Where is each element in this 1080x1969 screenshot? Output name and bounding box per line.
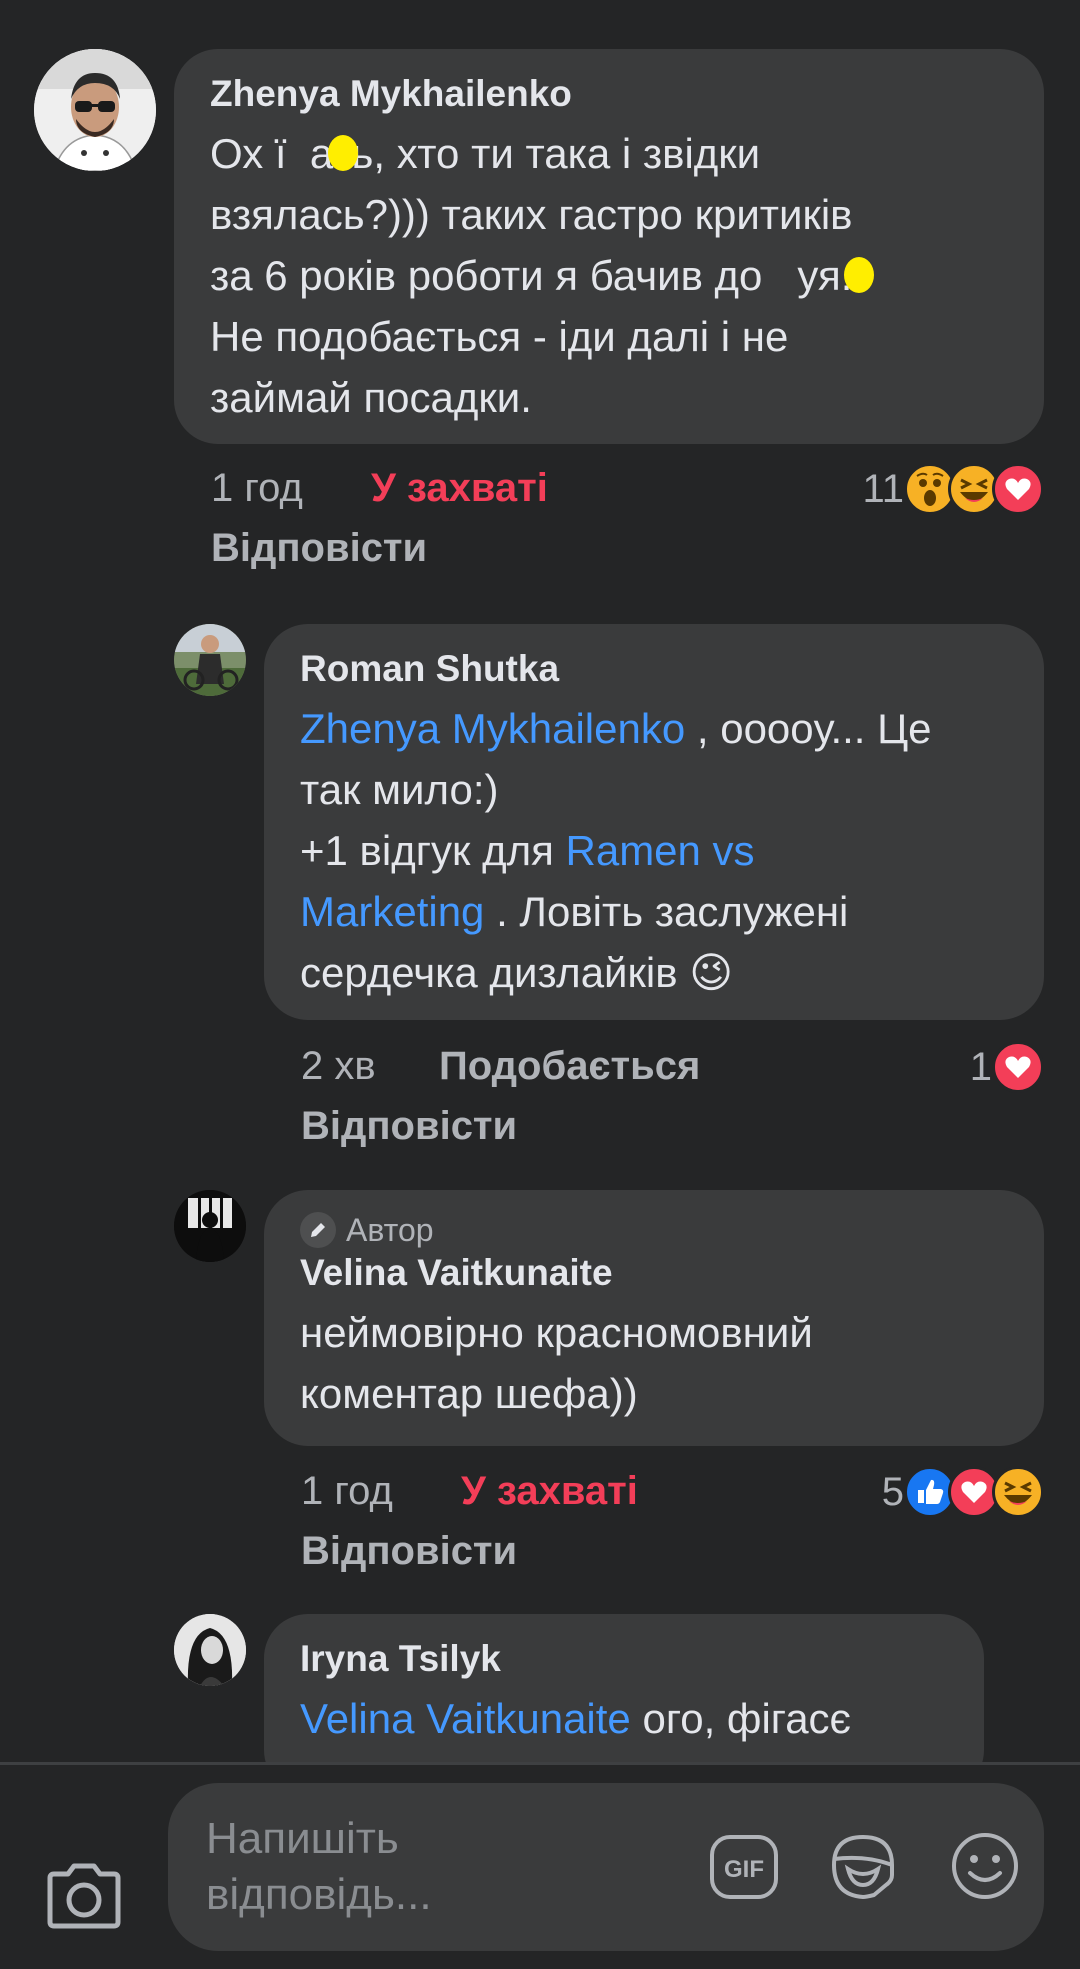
mention-link[interactable]: Zhenya Mykhailenko [300, 705, 685, 752]
comment-text-line: сердечка дизлайків 😉 [300, 942, 1008, 1003]
comment-time[interactable]: 1 год [211, 463, 303, 513]
comment-bubble[interactable]: Zhenya Mykhailenko Ох ї ать, хто ти така… [174, 49, 1044, 444]
comment-time[interactable]: 2 хв [301, 1041, 376, 1091]
pencil-icon [300, 1212, 336, 1248]
haha-emoji-icon [992, 1466, 1044, 1518]
comment-text-line: +1 відгук для Ramen vs [300, 820, 1008, 881]
comment-text: неймовірно красномовний коментар шефа)) [300, 1302, 1008, 1424]
mention-link[interactable]: Marketing [300, 888, 484, 935]
love-emoji-icon [992, 463, 1044, 515]
reaction-summary[interactable]: 5 [882, 1466, 1044, 1518]
censor-mark [844, 257, 874, 293]
comment-text-line: так мило:) [300, 766, 499, 813]
reply-button[interactable]: Відповісти [211, 523, 427, 573]
comment-text-line: взялась?))) таких гастро критиків [210, 191, 853, 238]
avatar-image [174, 624, 246, 696]
avatar-iryna[interactable] [174, 1614, 246, 1686]
comment-author[interactable]: Velina Vaitkunaite [300, 1250, 1008, 1296]
comment-text-line: неймовірно красномовний [300, 1309, 813, 1356]
author-badge-label: Автор [346, 1212, 434, 1248]
wink-emoji-icon: 😉 [689, 948, 733, 997]
comment-text-span: ого, фігасє [630, 1695, 851, 1742]
avatar-image [174, 1190, 246, 1262]
reply-button[interactable]: Відповісти [301, 1101, 517, 1151]
comment-actions: 2 хв Подобається 1 Відповісти [301, 1041, 1044, 1161]
like-button[interactable]: Подобається [439, 1041, 700, 1091]
gif-icon[interactable]: GIF [708, 1833, 780, 1906]
comment-text-line: займай посадки. [210, 374, 532, 421]
placeholder-line: відповідь... [206, 1870, 432, 1919]
comment-text-line: коментар шефа)) [300, 1370, 638, 1417]
avatar-image [34, 49, 156, 171]
comment-bubble-clip: Iryna Tsilyk Velina Vaitkunaite ого, фіг… [264, 1614, 984, 1762]
comment-actions: 1 год У захваті 5 Відповісти [301, 1466, 1044, 1586]
comment-text-span: +1 відгук для [300, 827, 566, 874]
comment-text-line: за 6 років роботи я бачив до уя. [210, 252, 853, 299]
comment-actions: 1 год У захваті 11 Відповісти [211, 463, 1044, 583]
love-emoji-icon [992, 1041, 1044, 1093]
comment-text: Zhenya Mykhailenko , оооoу... Це так мил… [300, 698, 1008, 1003]
avatar-image [174, 1614, 246, 1686]
censor-mark [328, 135, 358, 171]
comment-bubble[interactable]: Roman Shutka Zhenya Mykhailenko , оооoу.… [264, 624, 1044, 1020]
comment-text: Velina Vaitkunaite ого, фігасє [300, 1688, 948, 1749]
comment-text-line: Не подобається - іди далі і не [210, 313, 789, 360]
reaction-count: 5 [881, 1470, 904, 1514]
comment-author[interactable]: Roman Shutka [300, 646, 1008, 692]
avatar-roman[interactable] [174, 624, 246, 696]
camera-icon[interactable] [44, 1860, 124, 1930]
reaction-count: 11 [862, 467, 904, 511]
reply-input-placeholder: Напишіть відповідь... [206, 1811, 526, 1923]
sticker-icon[interactable] [826, 1829, 900, 1908]
reaction-button[interactable]: У захваті [461, 1466, 638, 1516]
comment-text-line: Marketing . Ловіть заслужені [300, 881, 1008, 942]
comment-text: Ох ї ать, хто ти така і звідки взялась?)… [210, 123, 1008, 428]
comment-text-span: . Ловіть заслужені [484, 888, 849, 935]
avatar-velina[interactable] [174, 1190, 246, 1262]
comment-text-line: Zhenya Mykhailenko , оооoу... Це [300, 698, 1008, 759]
comment-author[interactable]: Zhenya Mykhailenko [210, 71, 1008, 117]
comment-text-span: , оооoу... Це [685, 705, 932, 752]
comment-time[interactable]: 1 год [301, 1466, 393, 1516]
reaction-button[interactable]: У захваті [371, 463, 548, 513]
svg-text:GIF: GIF [724, 1856, 764, 1883]
avatar-zhenya[interactable] [34, 49, 156, 171]
emoji-icon[interactable] [950, 1831, 1020, 1906]
mention-link[interactable]: Ramen vs [566, 827, 755, 874]
reply-input[interactable]: Напишіть відповідь... GIF [168, 1783, 1044, 1951]
comment-text-span: сердечка дизлайків [300, 949, 690, 996]
author-badge: Автор [300, 1210, 1008, 1250]
comment-bubble[interactable]: Iryna Tsilyk Velina Vaitkunaite ого, фіг… [264, 1614, 984, 1762]
mention-link[interactable]: Velina Vaitkunaite [300, 1695, 631, 1742]
composer-divider [0, 1762, 1080, 1765]
comment-author[interactable]: Iryna Tsilyk [300, 1636, 948, 1682]
comment-bubble[interactable]: Автор Velina Vaitkunaite неймовірно крас… [264, 1190, 1044, 1446]
placeholder-line: Напишіть [206, 1814, 399, 1863]
reaction-summary[interactable]: 11 [862, 463, 1044, 515]
reply-button[interactable]: Відповісти [301, 1526, 517, 1576]
reaction-summary[interactable]: 1 [970, 1041, 1044, 1093]
reaction-count: 1 [969, 1045, 992, 1089]
